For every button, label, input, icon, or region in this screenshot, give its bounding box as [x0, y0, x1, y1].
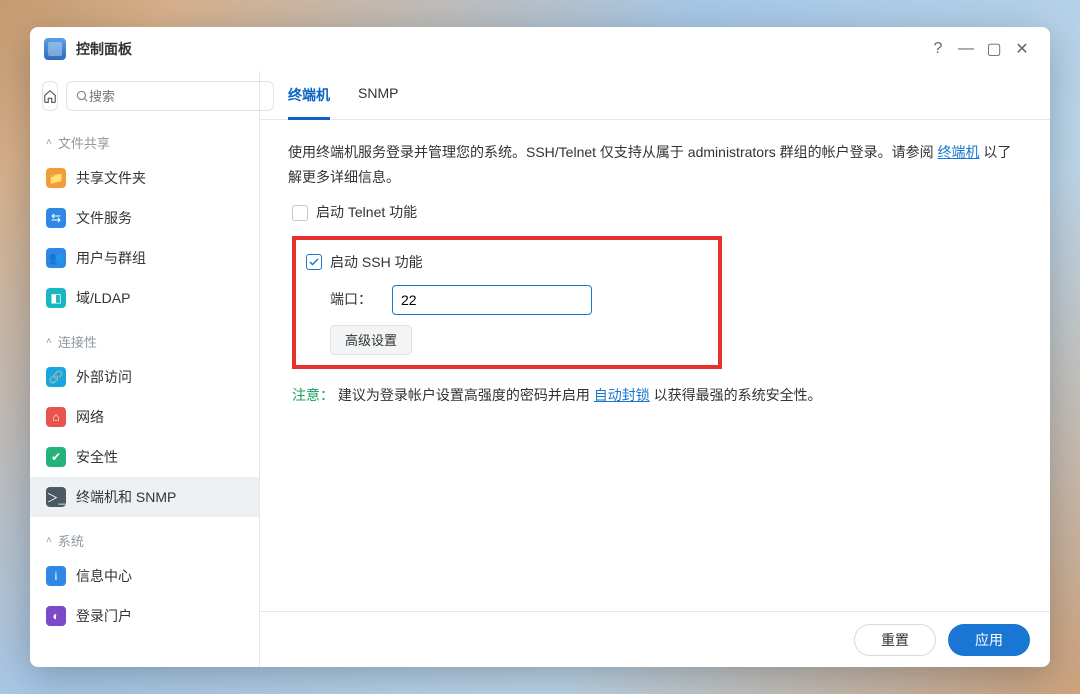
telnet-label: 启动 Telnet 功能: [316, 200, 417, 225]
file-service-icon: ⇆: [46, 208, 66, 228]
sidebar-item-network[interactable]: ⌂ 网络: [30, 397, 259, 437]
sidebar-item-info-center[interactable]: i 信息中心: [30, 556, 259, 596]
section-system[interactable]: ˄系统: [30, 525, 259, 556]
users-icon: 👥: [46, 248, 66, 268]
advanced-settings-button[interactable]: 高级设置: [330, 325, 412, 355]
auto-block-link[interactable]: 自动封锁: [594, 387, 650, 403]
sidebar-item-terminal-snmp[interactable]: ＞_ 终端机和 SNMP: [30, 477, 259, 517]
port-label: 端口：: [330, 287, 372, 312]
titlebar: 控制面板 ? — ▢ ✕: [30, 27, 1050, 71]
search-icon: [75, 89, 89, 103]
maximize-button[interactable]: ▢: [980, 35, 1008, 63]
footer: 重置 应用: [260, 611, 1050, 667]
description-text: 使用终端机服务登录并管理您的系统。SSH/Telnet 仅支持从属于 admin…: [288, 140, 1022, 190]
sidebar-item-file-services[interactable]: ⇆ 文件服务: [30, 198, 259, 238]
sidebar-item-label: 共享文件夹: [76, 168, 146, 188]
ldap-icon: ◧: [46, 288, 66, 308]
home-button[interactable]: [42, 81, 58, 111]
close-button[interactable]: ✕: [1008, 35, 1036, 63]
chevron-up-icon: ˄: [46, 336, 52, 347]
minimize-button[interactable]: —: [952, 35, 980, 63]
external-access-icon: 🔗: [46, 367, 66, 387]
sidebar-item-login-portal[interactable]: ◐ 登录门户: [30, 596, 259, 636]
app-icon: [44, 38, 66, 60]
sidebar: ˄文件共享 📁 共享文件夹 ⇆ 文件服务 👥 用户与群组 ◧ 域/LDAP ˄连接性 🔗…: [30, 71, 260, 667]
sidebar-item-label: 登录门户: [76, 606, 132, 626]
help-button[interactable]: ?: [924, 35, 952, 63]
port-input[interactable]: [392, 285, 592, 315]
terminal-help-link[interactable]: 终端机: [938, 144, 980, 160]
tabs: 终端机 SNMP: [260, 71, 1050, 120]
telnet-checkbox[interactable]: [292, 205, 308, 221]
sidebar-item-label: 文件服务: [76, 208, 132, 228]
content-area: 终端机 SNMP 使用终端机服务登录并管理您的系统。SSH/Telnet 仅支持…: [260, 71, 1050, 667]
sidebar-item-label: 信息中心: [76, 566, 132, 586]
telnet-checkbox-row[interactable]: 启动 Telnet 功能: [292, 196, 1022, 229]
network-icon: ⌂: [46, 407, 66, 427]
info-icon: i: [46, 566, 66, 586]
window-title: 控制面板: [76, 39, 132, 59]
tab-terminal[interactable]: 终端机: [288, 85, 330, 120]
terminal-icon: ＞_: [46, 487, 66, 507]
sidebar-item-domain-ldap[interactable]: ◧ 域/LDAP: [30, 278, 259, 318]
ssh-highlight-box: 启动 SSH 功能 端口： 高级设置: [292, 236, 722, 369]
sidebar-item-label: 网络: [76, 407, 104, 427]
home-icon: [43, 89, 57, 103]
search-input[interactable]: [89, 89, 265, 104]
sidebar-item-security[interactable]: ✔ 安全性: [30, 437, 259, 477]
sidebar-item-label: 终端机和 SNMP: [76, 487, 176, 507]
ssh-checkbox-row[interactable]: 启动 SSH 功能: [306, 246, 708, 279]
chevron-up-icon: ˄: [46, 535, 52, 546]
sidebar-item-label: 外部访问: [76, 367, 132, 387]
tab-snmp[interactable]: SNMP: [358, 85, 398, 119]
sidebar-item-label: 安全性: [76, 447, 118, 467]
sidebar-item-shared-folder[interactable]: 📁 共享文件夹: [30, 158, 259, 198]
search-field[interactable]: [66, 81, 274, 111]
section-connectivity[interactable]: ˄连接性: [30, 326, 259, 357]
reset-button[interactable]: 重置: [854, 624, 936, 656]
folder-icon: 📁: [46, 168, 66, 188]
ssh-label: 启动 SSH 功能: [330, 250, 423, 275]
security-note: 注意： 建议为登录帐户设置高强度的密码并启用 自动封锁 以获得最强的系统安全性。: [292, 383, 1022, 408]
sidebar-item-label: 用户与群组: [76, 248, 146, 268]
shield-icon: ✔: [46, 447, 66, 467]
section-file-sharing[interactable]: ˄文件共享: [30, 127, 259, 158]
sidebar-item-label: 域/LDAP: [76, 288, 130, 308]
sidebar-item-users-groups[interactable]: 👥 用户与群组: [30, 238, 259, 278]
portal-icon: ◐: [46, 606, 66, 626]
control-panel-window: 控制面板 ? — ▢ ✕ ˄文件共享 📁 共享文件夹 ⇆ 文件服务 👥 用户与群组: [30, 27, 1050, 667]
ssh-checkbox[interactable]: [306, 254, 322, 270]
sidebar-item-external-access[interactable]: 🔗 外部访问: [30, 357, 259, 397]
apply-button[interactable]: 应用: [948, 624, 1030, 656]
chevron-up-icon: ˄: [46, 137, 52, 148]
